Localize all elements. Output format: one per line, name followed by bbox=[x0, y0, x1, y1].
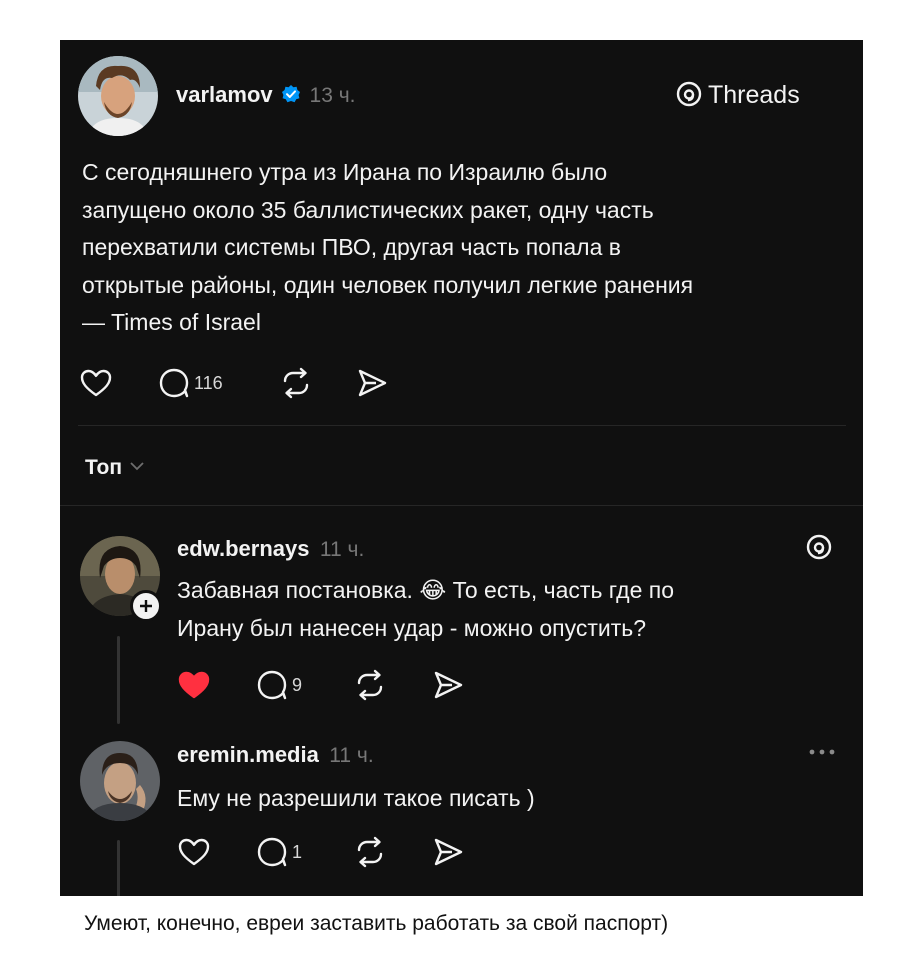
post-body: С сегодняшнего утра из Ирана по Израилю … bbox=[82, 154, 852, 342]
reply-body: Ему не разрешили такое писать ) bbox=[177, 780, 857, 818]
threads-logo-icon[interactable] bbox=[806, 534, 832, 560]
reply-text-line: Забавная постановка. 😂 То есть, часть гд… bbox=[177, 577, 675, 603]
avatar-varlamov[interactable] bbox=[78, 56, 158, 136]
post-text-line: С сегодняшнего утра из Ирана по Израилю … bbox=[82, 159, 608, 185]
reply-button[interactable]: 1 bbox=[256, 837, 302, 867]
reply-count: 1 bbox=[292, 841, 303, 862]
reply-body: Забавная постановка. 😂 То есть, часть гд… bbox=[177, 572, 857, 647]
post-text-line: открытые районы, один человек получил ле… bbox=[82, 271, 694, 298]
reply-time: 11 ч. bbox=[329, 744, 374, 767]
share-button[interactable] bbox=[432, 837, 464, 867]
follow-plus-icon[interactable] bbox=[130, 590, 162, 622]
post-username[interactable]: varlamov bbox=[176, 82, 273, 107]
like-button-liked[interactable] bbox=[178, 670, 210, 700]
post-text-line: — Times of Israel bbox=[82, 309, 261, 335]
share-button[interactable] bbox=[432, 670, 464, 700]
reply-header: edw.bernays 11 ч. bbox=[177, 536, 364, 562]
divider bbox=[78, 425, 846, 426]
post-text-line: запущено около 35 баллистических ракет, … bbox=[82, 196, 654, 223]
verified-badge-icon bbox=[281, 84, 301, 109]
reply-username[interactable]: eremin.media bbox=[177, 742, 319, 767]
post-text-line: перехватили системы ПВО, другая часть по… bbox=[82, 234, 622, 260]
thread-line bbox=[117, 636, 120, 724]
reply-text-line: Ирану был нанесен удар - можно опустить? bbox=[177, 614, 647, 641]
divider bbox=[60, 505, 863, 506]
like-button[interactable] bbox=[178, 837, 210, 867]
reply-time: 11 ч. bbox=[319, 538, 365, 561]
reply-count: 116 bbox=[194, 372, 223, 393]
threads-brand[interactable]: Threads bbox=[676, 81, 800, 114]
thread-line bbox=[117, 840, 120, 896]
reply-header: eremin.media 11 ч. bbox=[177, 742, 374, 768]
share-button[interactable] bbox=[356, 368, 388, 398]
more-options-icon[interactable] bbox=[808, 748, 836, 756]
threads-screenshot: varlamov 13 ч. Threads С сегодняшнего ут… bbox=[60, 40, 863, 896]
repost-button[interactable] bbox=[354, 836, 386, 868]
avatar-eremin-media[interactable] bbox=[80, 741, 160, 821]
sort-label: Топ bbox=[85, 456, 123, 479]
like-button[interactable] bbox=[80, 368, 112, 398]
caption-text: Умеют, конечно, евреи заставить работать… bbox=[84, 912, 669, 935]
reply-button[interactable]: 9 bbox=[256, 670, 302, 700]
sort-selector[interactable]: Топ bbox=[85, 456, 145, 480]
reply-count: 9 bbox=[292, 674, 303, 695]
post-time: 13 ч. bbox=[309, 84, 356, 107]
threads-logo-icon bbox=[676, 81, 702, 114]
threads-label: Threads bbox=[708, 81, 800, 109]
repost-button[interactable] bbox=[280, 367, 312, 399]
post-header: varlamov 13 ч. bbox=[176, 82, 356, 109]
reply-button[interactable]: 116 bbox=[158, 368, 223, 398]
reply-text-line: Ему не разрешили такое писать ) bbox=[177, 785, 535, 811]
reply-username[interactable]: edw.bernays bbox=[177, 536, 309, 561]
chevron-down-icon bbox=[130, 458, 145, 476]
repost-button[interactable] bbox=[354, 669, 386, 701]
